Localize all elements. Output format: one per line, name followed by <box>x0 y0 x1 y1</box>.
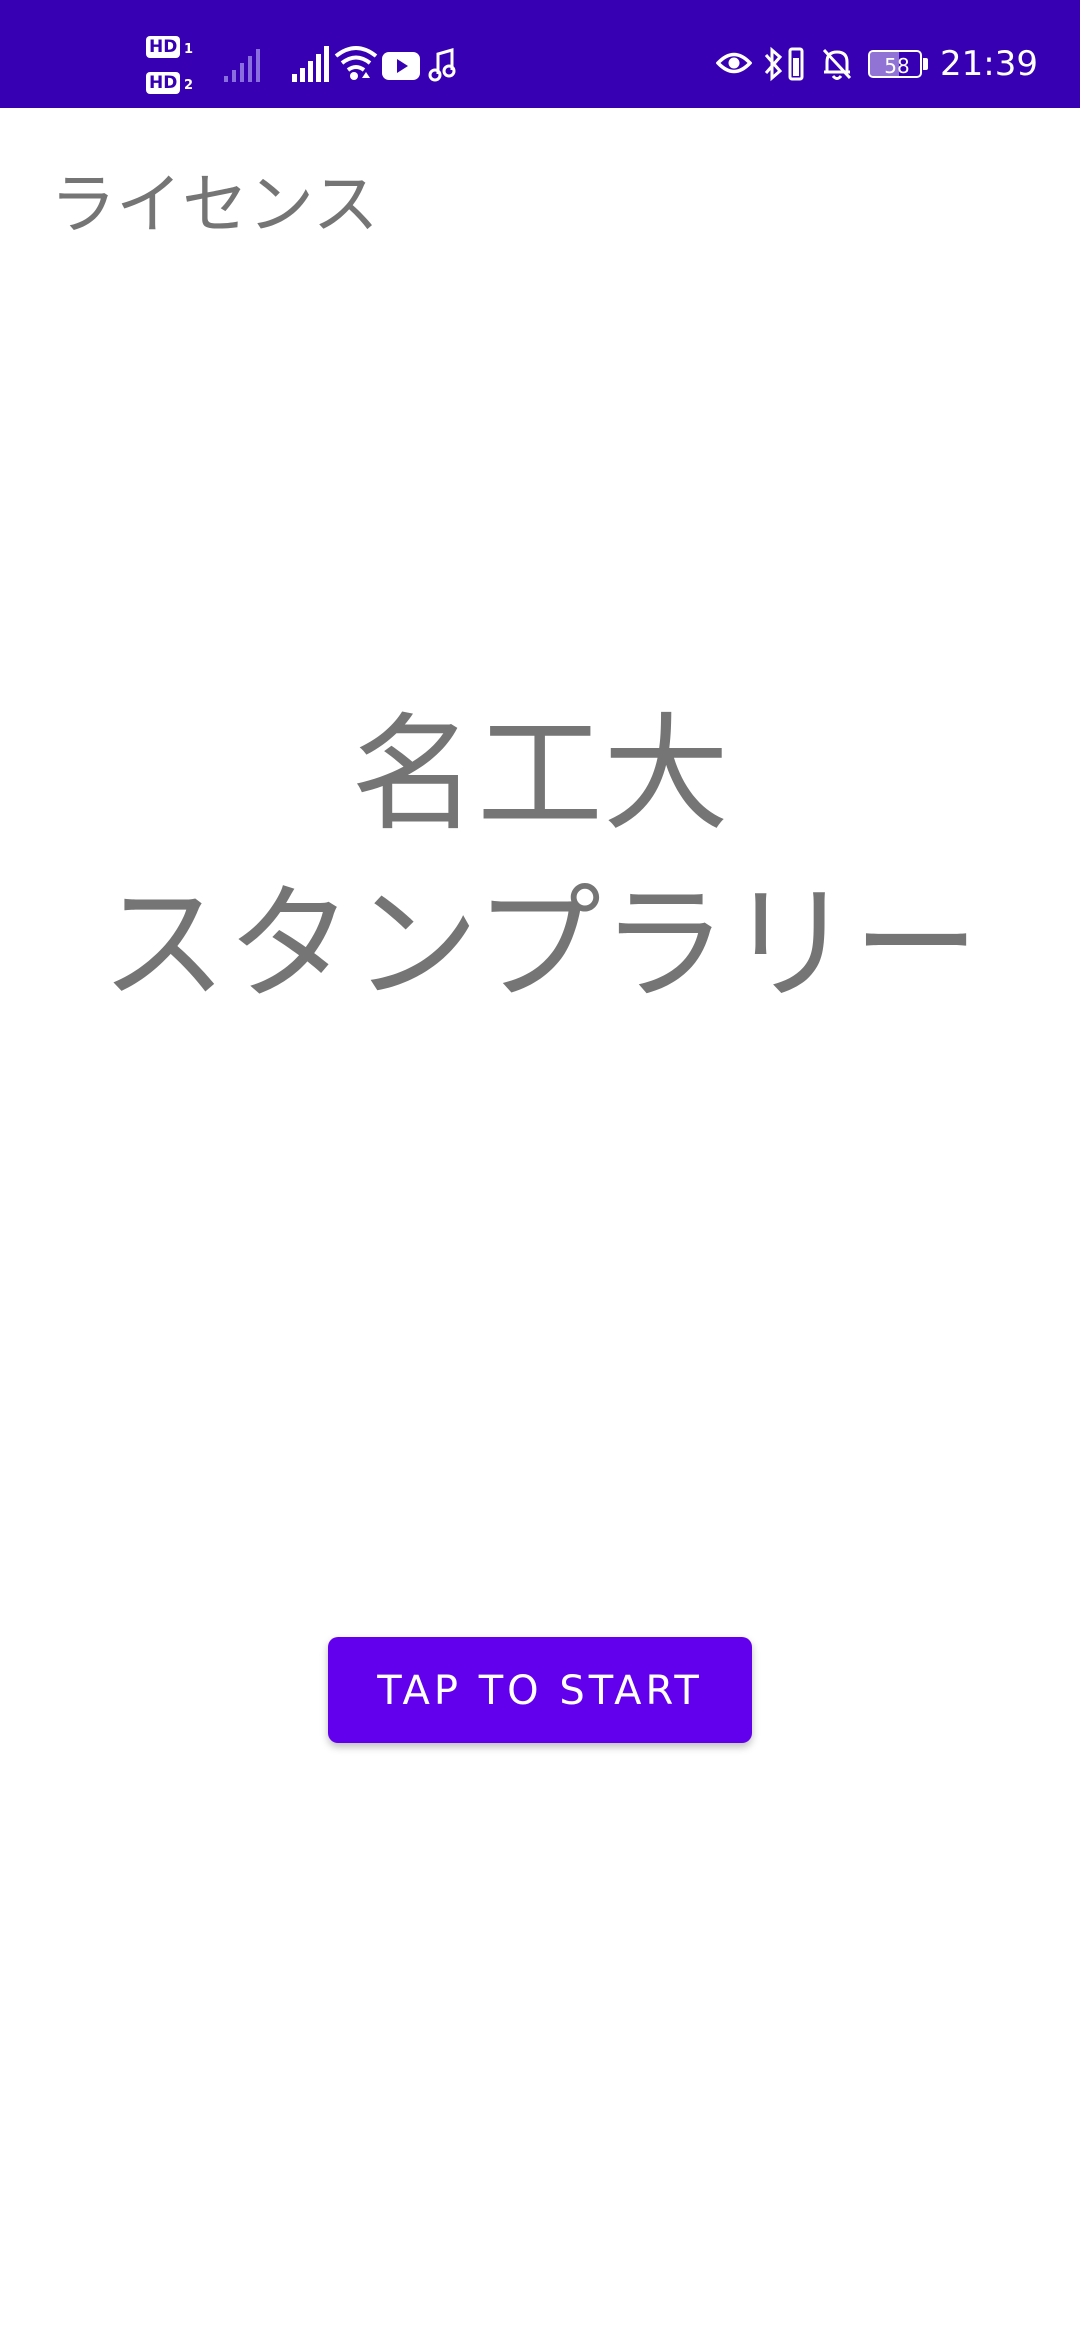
music-note-icon <box>428 48 456 82</box>
license-link[interactable]: ライセンス <box>50 160 379 250</box>
status-time: 21:39 <box>940 44 1038 84</box>
vibrate-icon <box>788 47 804 81</box>
signal-full-icon <box>292 46 329 82</box>
hd-sim1-icon: HD 1 <box>146 34 200 64</box>
battery-body: 58 <box>868 50 922 78</box>
bell-off-icon <box>822 48 852 80</box>
bluetooth-icon <box>764 46 783 82</box>
hd-sim2-icon: HD 2 <box>146 70 200 100</box>
hd-label: HD <box>146 72 181 94</box>
battery-tip <box>923 58 928 70</box>
sim-index: 2 <box>184 78 194 93</box>
app-screen: HD 1 HD 2 58 21:39 ライセンス 名工大 スタンプラリー TAP… <box>0 0 1080 2340</box>
hd-label: HD <box>146 36 181 58</box>
app-title-line-2: スタンプラリー <box>100 871 980 1018</box>
youtube-icon <box>382 52 420 80</box>
signal-weak-icon <box>224 49 260 82</box>
eye-icon <box>716 52 752 74</box>
sim-index: 1 <box>184 42 194 57</box>
sim-hd-indicators: HD 1 HD 2 <box>146 34 200 100</box>
app-title-line-1: 名工大 <box>351 701 729 848</box>
battery-level: 58 <box>884 54 910 78</box>
wifi-icon <box>334 46 378 80</box>
status-bar: HD 1 HD 2 58 21:39 <box>0 0 1080 108</box>
app-title: 名工大 スタンプラリー <box>0 690 1080 1030</box>
tap-to-start-button[interactable]: TAP TO START <box>328 1637 752 1743</box>
battery-icon: 58 <box>868 50 930 80</box>
